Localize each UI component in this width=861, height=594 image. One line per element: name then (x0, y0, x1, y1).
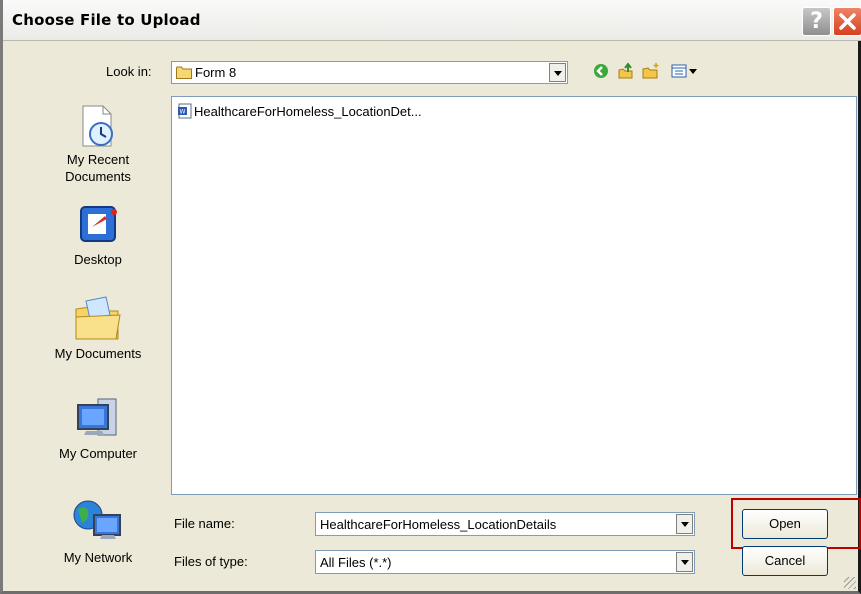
help-icon: ? (810, 9, 823, 34)
file-type-value: All Files (*.*) (320, 555, 392, 570)
my-network-icon (73, 500, 121, 539)
place-label: Desktop (74, 252, 122, 267)
file-type-dropdown[interactable]: All Files (*.*) (315, 550, 695, 574)
svg-text:W: W (180, 109, 186, 116)
desktop-icon (80, 206, 117, 242)
up-folder-button[interactable] (617, 62, 635, 80)
place-desktop[interactable]: Desktop (37, 203, 159, 268)
dialog-title: Choose File to Upload (12, 11, 201, 29)
view-menu-button[interactable] (671, 62, 699, 80)
new-folder-icon (642, 63, 659, 79)
look-in-label: Look in: (106, 64, 152, 79)
file-name-field[interactable]: HealthcareForHomeless_LocationDetails (315, 512, 695, 536)
title-bar[interactable]: Choose File to Upload ? (3, 0, 861, 41)
file-upload-dialog: Choose File to Upload ? Look in: Form 8 (0, 0, 861, 594)
place-my-computer[interactable]: My Computer (37, 395, 159, 462)
place-recent-documents[interactable]: My Recent Documents (37, 103, 159, 185)
cancel-button[interactable]: Cancel (742, 546, 828, 576)
chevron-down-icon[interactable] (676, 514, 693, 534)
new-folder-button[interactable] (642, 62, 660, 80)
close-icon (839, 13, 856, 30)
resize-grip[interactable] (844, 577, 856, 589)
place-label: My Network (63, 550, 133, 565)
look-in-dropdown[interactable]: Form 8 (171, 61, 568, 84)
file-name-label: File name: (174, 516, 235, 531)
file-item[interactable]: W HealthcareForHomeless_LocationDet... (177, 102, 422, 120)
folder-icon (176, 66, 192, 79)
look-in-value: Form 8 (195, 65, 237, 80)
place-my-network[interactable]: My Network (37, 497, 159, 566)
help-button[interactable]: ? (802, 7, 831, 36)
view-menu-icon (671, 64, 697, 78)
place-label: My Computer (58, 446, 138, 461)
my-computer-icon (77, 398, 117, 436)
file-name: HealthcareForHomeless_LocationDet... (194, 103, 422, 119)
chevron-down-icon[interactable] (676, 552, 693, 572)
file-list[interactable]: W HealthcareForHomeless_LocationDet... (171, 96, 857, 495)
word-document-icon: W (178, 103, 192, 119)
place-my-documents[interactable]: My Documents (37, 295, 159, 362)
chevron-down-icon[interactable] (549, 63, 566, 82)
recent-documents-icon (82, 105, 113, 147)
back-button[interactable] (592, 62, 610, 80)
my-documents-icon (75, 296, 121, 340)
places-bar: My Recent Documents Desktop My Documents… (37, 95, 159, 578)
file-name-value: HealthcareForHomeless_LocationDetails (320, 517, 557, 532)
place-label: My Documents (54, 346, 142, 361)
place-label: My Recent Documents (65, 152, 131, 184)
up-folder-icon (618, 62, 633, 79)
file-type-label: Files of type: (174, 554, 248, 569)
back-arrow-icon (594, 64, 608, 78)
open-button[interactable]: Open (742, 509, 828, 539)
close-button[interactable] (833, 7, 861, 36)
